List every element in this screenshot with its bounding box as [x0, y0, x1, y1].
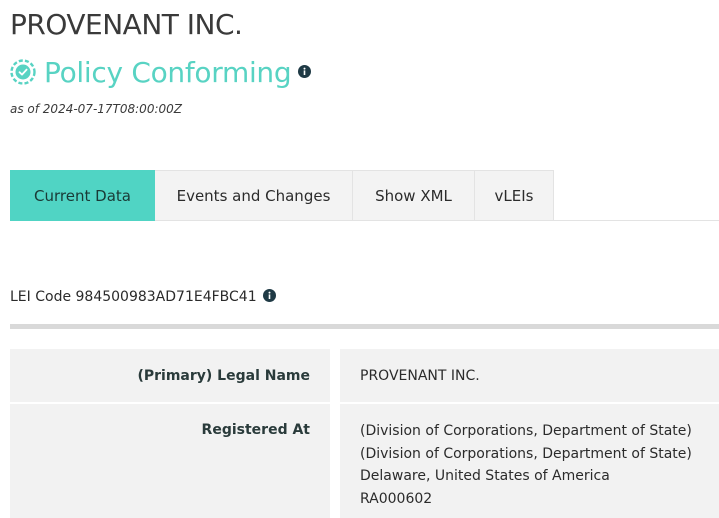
registered-at-line: (Division of Corporations, Department of…	[360, 445, 692, 462]
registered-at-line: Delaware, United States of America	[360, 468, 610, 484]
tab-current-data[interactable]: Current Data	[10, 170, 155, 221]
company-name: PROVENANT INC.	[10, 8, 243, 41]
section-divider	[10, 324, 719, 329]
status-text: Policy Conforming	[44, 55, 292, 89]
lei-code-row: LEI Code 984500983AD71E4FBC41	[10, 287, 276, 307]
tab-events-and-changes[interactable]: Events and Changes	[155, 170, 353, 221]
info-icon[interactable]	[262, 288, 276, 306]
tab-bar: Current Data Events and Changes Show XML…	[10, 170, 719, 221]
registered-at-line: RA000602	[360, 490, 433, 507]
legal-name-value: PROVENANT INC.	[340, 349, 719, 402]
registered-at-label: Registered At	[10, 404, 330, 518]
status-row: Policy Conforming	[10, 54, 312, 90]
tab-vleis[interactable]: vLEIs	[475, 170, 554, 221]
table-row: (Primary) Legal Name PROVENANT INC.	[10, 349, 719, 402]
registered-at-line: (Division of Corporations, Department of…	[360, 423, 692, 439]
info-icon[interactable]	[298, 63, 312, 82]
lei-code-label: LEI Code 984500983AD71E4FBC41	[10, 289, 257, 305]
check-circle-icon	[10, 59, 36, 85]
legal-name-label: (Primary) Legal Name	[10, 349, 330, 402]
tab-show-xml[interactable]: Show XML	[353, 170, 475, 221]
table-row: Registered At (Division of Corporations,…	[10, 404, 719, 518]
registered-at-value: (Division of Corporations, Department of…	[340, 404, 719, 518]
as-of-timestamp: as of 2024-07-17T08:00:00Z	[10, 102, 182, 116]
